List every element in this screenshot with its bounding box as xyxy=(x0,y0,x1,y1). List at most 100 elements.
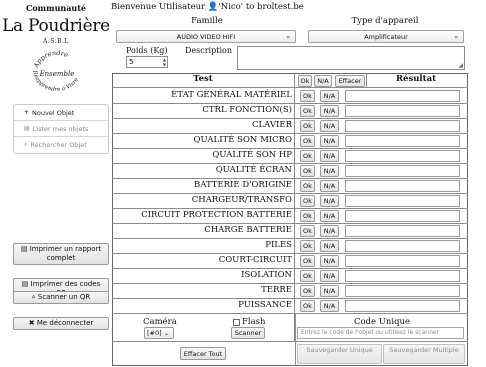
header-clear-button[interactable]: Effacer xyxy=(335,75,365,87)
test-ok-button[interactable]: Ok xyxy=(300,285,315,297)
table-divider xyxy=(112,341,468,342)
test-na-button[interactable]: N/A xyxy=(320,150,339,162)
test-row-label: QUALITÉ SON MICRO xyxy=(193,135,292,145)
test-ok-button[interactable]: Ok xyxy=(300,180,315,192)
logout-button[interactable]: ✖ Me déconnecter xyxy=(13,317,109,330)
test-ok-button[interactable]: Ok xyxy=(300,240,315,252)
test-na-button[interactable]: N/A xyxy=(320,300,339,312)
search-icon: ⌕ xyxy=(24,141,28,148)
test-na-button[interactable]: N/A xyxy=(320,240,339,252)
test-result-input[interactable] xyxy=(345,120,460,132)
test-result-input[interactable] xyxy=(345,255,460,267)
test-result-input[interactable] xyxy=(345,270,460,282)
save-unique-button[interactable]: Sauvegarder Unique xyxy=(297,344,382,364)
print-report-button[interactable]: ▤ Imprimer un rapport complet xyxy=(13,243,109,265)
test-ok-button[interactable]: Ok xyxy=(300,195,315,207)
table-divider xyxy=(112,238,468,239)
test-result-input[interactable] xyxy=(345,210,460,222)
clear-all-button[interactable]: Effacer Tout xyxy=(180,347,226,360)
sidebar-item-lister-objets[interactable]: ▤ Lister mes objets xyxy=(14,121,108,137)
test-result-input[interactable] xyxy=(345,225,460,237)
poids-value: 5 xyxy=(129,58,134,66)
list-icon: ▤ xyxy=(24,125,30,132)
test-result-input[interactable] xyxy=(345,240,460,252)
test-na-button[interactable]: N/A xyxy=(320,165,339,177)
test-result-input[interactable] xyxy=(345,105,460,117)
chevron-down-icon: ⌄ xyxy=(453,32,459,40)
test-row-label: BATTERIE D'ORIGINE xyxy=(194,180,292,190)
print-icon: ▤ xyxy=(21,280,29,288)
test-ok-button[interactable]: Ok xyxy=(300,90,315,102)
test-ok-button[interactable]: Ok xyxy=(300,255,315,267)
test-ok-button[interactable]: Ok xyxy=(300,105,315,117)
famille-select[interactable]: AUDIO VIDEO HIFI ⌄ xyxy=(116,30,296,43)
test-na-button[interactable]: N/A xyxy=(320,270,339,282)
test-result-input[interactable] xyxy=(345,180,460,192)
scan-qr-button[interactable]: ⌕ Scanner un QR xyxy=(13,291,109,304)
test-na-button[interactable]: N/A xyxy=(320,210,339,222)
test-result-input[interactable] xyxy=(345,90,460,102)
flash-checkbox[interactable] xyxy=(233,318,240,326)
camera-value: [#0] xyxy=(147,329,162,337)
test-na-button[interactable]: N/A xyxy=(320,90,339,102)
test-row-label: PILES xyxy=(265,240,292,250)
scanner-button[interactable]: Scanner xyxy=(231,327,265,339)
table-divider xyxy=(112,193,468,194)
camera-label: Caméra xyxy=(143,317,177,327)
test-na-button[interactable]: N/A xyxy=(320,135,339,147)
sidebar-item-rechercher-objet[interactable]: ⌕ Rechercher Objet xyxy=(14,137,108,153)
sidebar-item-nouvel-objet[interactable]: + Nouvel Objet xyxy=(14,105,108,121)
test-row-label: CIRCUIT PROTECTION BATTERIE xyxy=(141,210,292,220)
table-divider xyxy=(112,253,468,254)
test-result-input[interactable] xyxy=(345,285,460,297)
test-row-label: CHARGEUR/TRANSFO xyxy=(191,195,292,205)
brand-emblem-logo: Apprendre Ensemble Réapprendre à Vivre xyxy=(31,49,81,93)
test-ok-button[interactable]: Ok xyxy=(300,150,315,162)
test-ok-button[interactable]: Ok xyxy=(300,165,315,177)
type-value: Amplificateur xyxy=(364,32,408,41)
table-divider xyxy=(294,73,295,341)
save-multiple-button[interactable]: Sauvegarder Multiple xyxy=(383,344,465,364)
test-ok-button[interactable]: Ok xyxy=(300,120,315,132)
type-select[interactable]: Amplificateur ⌄ xyxy=(308,30,464,43)
test-na-button[interactable]: N/A xyxy=(320,195,339,207)
header-na-all-button[interactable]: N/A xyxy=(314,75,332,87)
test-result-input[interactable] xyxy=(345,300,460,312)
test-row-label: CLAVIER xyxy=(252,120,292,130)
test-result-input[interactable] xyxy=(345,135,460,147)
table-divider xyxy=(112,223,468,224)
test-na-button[interactable]: N/A xyxy=(320,120,339,132)
table-divider xyxy=(112,163,468,164)
code-unique-label: Code Unique xyxy=(353,317,411,327)
brand-top-text: Communauté xyxy=(25,3,87,13)
description-textarea[interactable]: ◢ xyxy=(237,46,465,70)
sidebar-menu: + Nouvel Objet ▤ Lister mes objets ⌕ Rec… xyxy=(13,104,109,154)
flash-toggle[interactable]: Flash xyxy=(233,317,266,327)
test-na-button[interactable]: N/A xyxy=(320,255,339,267)
poids-input[interactable]: 5 ▲ ▼ xyxy=(126,56,168,68)
table-divider xyxy=(112,313,468,314)
print-icon: ▤ xyxy=(20,245,28,253)
test-ok-button[interactable]: Ok xyxy=(300,300,315,312)
test-na-button[interactable]: N/A xyxy=(320,225,339,237)
test-ok-button[interactable]: Ok xyxy=(300,225,315,237)
code-unique-input[interactable]: Entrez le code de l'objet ou utilisez le… xyxy=(297,327,464,339)
test-result-input[interactable] xyxy=(345,150,460,162)
emblem-line1: Apprendre xyxy=(32,49,70,70)
test-ok-button[interactable]: Ok xyxy=(300,135,315,147)
camera-select[interactable]: [#0] ⌄ xyxy=(144,327,174,339)
table-divider xyxy=(112,268,468,269)
resize-grip-icon[interactable]: ◢ xyxy=(458,63,463,69)
test-result-input[interactable] xyxy=(345,195,460,207)
test-row-label: QUALITÉ SON HP xyxy=(212,150,292,160)
test-ok-button[interactable]: Ok xyxy=(300,270,315,282)
test-ok-button[interactable]: Ok xyxy=(300,210,315,222)
test-na-button[interactable]: N/A xyxy=(320,285,339,297)
test-na-button[interactable]: N/A xyxy=(320,105,339,117)
spinner-arrows-icon[interactable]: ▲ ▼ xyxy=(163,57,166,67)
brand-name: La Poudrière xyxy=(2,16,110,36)
test-result-input[interactable] xyxy=(345,165,460,177)
test-na-button[interactable]: N/A xyxy=(320,180,339,192)
table-divider xyxy=(112,148,468,149)
header-ok-all-button[interactable]: Ok xyxy=(298,75,312,87)
